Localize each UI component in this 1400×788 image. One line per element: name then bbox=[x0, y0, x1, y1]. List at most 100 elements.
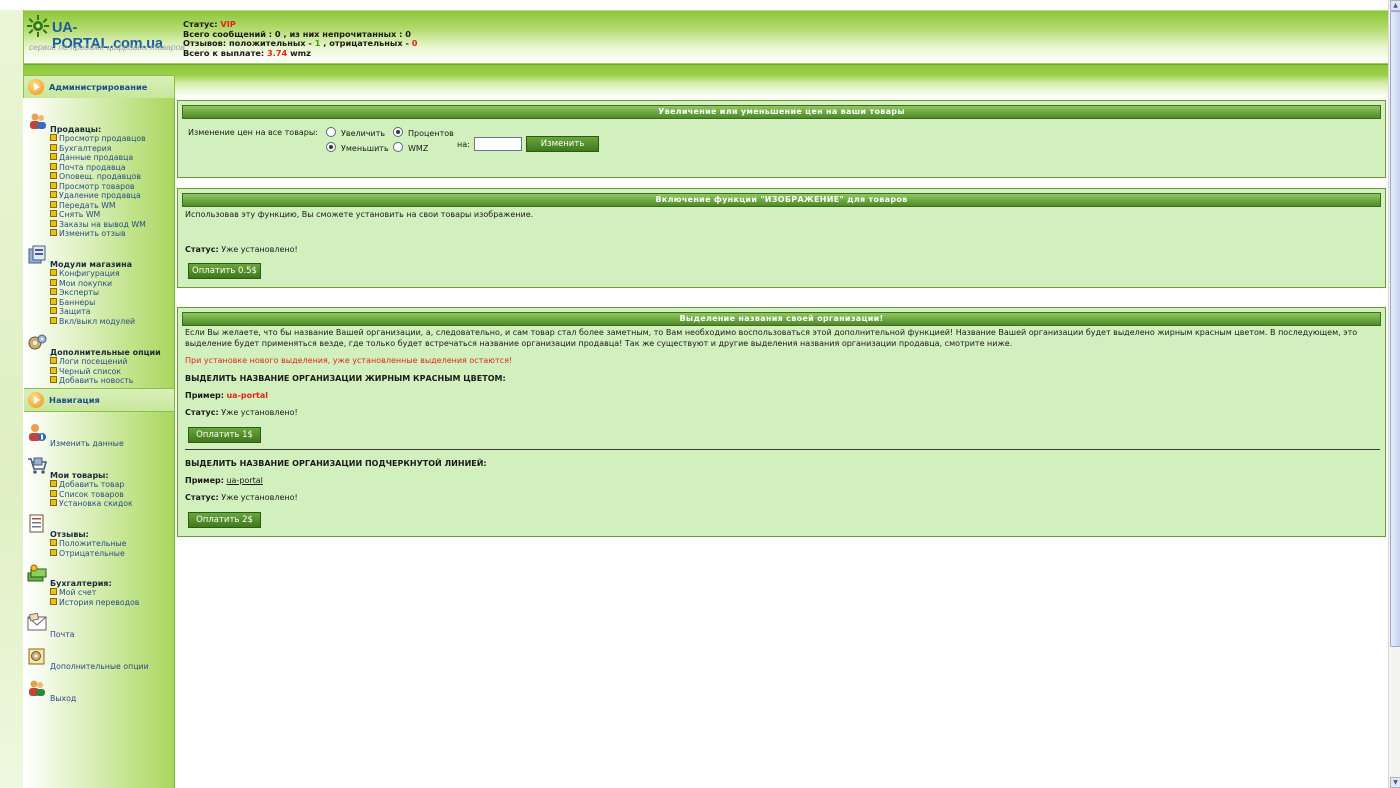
scroll-up-arrow-icon[interactable]: ▲ bbox=[1390, 0, 1400, 11]
sidebar-item-experts[interactable]: Эксперты bbox=[50, 288, 99, 298]
status-value: VIP bbox=[220, 19, 236, 29]
wmz-radio[interactable] bbox=[393, 142, 403, 152]
sidebar-item-seller-data[interactable]: Данные продавца bbox=[50, 153, 133, 163]
org-highlight-title: Выделение названия своей организации! bbox=[182, 312, 1381, 326]
sidebar-item-my-account[interactable]: Мой счет bbox=[50, 588, 96, 598]
navigation-section-header[interactable]: Навигация bbox=[24, 388, 174, 412]
underline-status: Статус: Уже установлено! bbox=[185, 493, 298, 502]
logo[interactable]: UA-PORTAL.com.ua сервис по продаже цифро… bbox=[24, 11, 185, 63]
sidebar-item-exit[interactable]: Выход bbox=[50, 694, 76, 703]
sidebar-item-mail[interactable]: Почта bbox=[50, 630, 75, 639]
navigation-section-label: Навигация bbox=[49, 395, 100, 405]
reviews-mid: , отрицательных - bbox=[323, 38, 409, 49]
bold-status: Статус: Уже установлено! bbox=[185, 408, 298, 417]
increase-label: Увеличить bbox=[341, 129, 386, 138]
wmz-label: WMZ bbox=[408, 144, 429, 153]
site-header: UA-PORTAL.com.ua сервис по продаже цифро… bbox=[0, 11, 1388, 64]
sidebar-item-positive[interactable]: Положительные bbox=[50, 539, 126, 549]
sidebar-item-notify-sellers[interactable]: Оповещ. продавцов bbox=[50, 172, 141, 182]
image-feature-panel: Включение функции "ИЗОБРАЖЕНИЕ" для това… bbox=[177, 188, 1386, 288]
reviews-positive-count: 1 bbox=[314, 38, 321, 49]
cart-icon bbox=[28, 457, 47, 474]
percent-radio[interactable] bbox=[393, 127, 403, 137]
decrease-label: Уменьшить bbox=[341, 144, 389, 153]
pay-bold-button[interactable]: Оплатить 1$ bbox=[188, 427, 261, 443]
user-edit-icon bbox=[29, 424, 46, 441]
status-label: Статус: bbox=[183, 19, 218, 29]
sidebar-item-view-goods[interactable]: Просмотр товаров bbox=[50, 182, 135, 192]
extra-options-title: Дополнительные опции bbox=[50, 348, 161, 357]
sidebar-item-transfer-wm[interactable]: Передать WM bbox=[50, 201, 116, 211]
sellers-title: Продавцы: bbox=[50, 125, 102, 134]
options-icon bbox=[28, 648, 45, 665]
sidebar: Продавцы: Просмотр продавцов Бухгалтерия… bbox=[23, 98, 175, 788]
sidebar-item-view-sellers[interactable]: Просмотр продавцов bbox=[50, 134, 146, 144]
amount-input[interactable] bbox=[474, 137, 522, 151]
increase-radio[interactable] bbox=[326, 127, 336, 137]
mail-icon bbox=[27, 613, 47, 631]
price-change-panel: Увеличение или уменьшение цен на ваши то… bbox=[177, 100, 1386, 178]
payout-value: 3.74 bbox=[267, 48, 288, 59]
sidebar-item-blacklist[interactable]: Черный список bbox=[50, 367, 121, 377]
sidebar-item-accounting[interactable]: Бухгалтерия bbox=[50, 144, 111, 154]
reviews-negative-count: 0 bbox=[411, 38, 418, 49]
scrollbar-thumb[interactable] bbox=[1390, 11, 1400, 647]
sidebar-item-product-list[interactable]: Список товаров bbox=[50, 490, 124, 500]
status-label: Статус: bbox=[185, 493, 219, 502]
change-price-button[interactable]: Изменить bbox=[526, 136, 599, 152]
sidebar-item-discounts[interactable]: Установка скидок bbox=[50, 499, 133, 509]
sidebar-item-withdraw-wm[interactable]: Снять WM bbox=[50, 210, 100, 220]
sidebar-item-extra-options[interactable]: Дополнительные опции bbox=[50, 662, 149, 671]
sidebar-item-withdraw-orders[interactable]: Заказы на вывод WM bbox=[50, 220, 146, 230]
left-strip bbox=[0, 10, 24, 788]
sidebar-item-banners[interactable]: Баннеры bbox=[50, 298, 95, 308]
sidebar-item-add-news[interactable]: Добавить новость bbox=[50, 376, 133, 386]
vertical-scrollbar[interactable]: ▲ ▼ bbox=[1388, 0, 1400, 788]
shop-modules-icon bbox=[28, 245, 46, 264]
reviews-document-icon bbox=[29, 514, 44, 533]
decrease-radio[interactable] bbox=[326, 142, 336, 152]
sidebar-item-toggle-modules[interactable]: Вкл/выкл модулей bbox=[50, 317, 135, 327]
pay-image-button[interactable]: Оплатить 0.5$ bbox=[188, 263, 261, 279]
money-icon bbox=[27, 564, 47, 582]
pay-underline-button[interactable]: Оплатить 2$ bbox=[188, 512, 261, 528]
sidebar-item-transfer-history[interactable]: История переводов bbox=[50, 598, 139, 608]
sidebar-item-negative[interactable]: Отрицательные bbox=[50, 549, 125, 559]
arrow-circle-icon bbox=[28, 392, 44, 408]
users-icon bbox=[30, 113, 46, 129]
sidebar-item-configuration[interactable]: Конфигурация bbox=[50, 269, 120, 279]
image-feature-description: Использовав эту функцию, Вы сможете уста… bbox=[185, 210, 534, 219]
status-label: Статус: bbox=[185, 245, 219, 254]
example-label: Пример: bbox=[185, 391, 224, 400]
underline-highlight-heading: ВЫДЕЛИТЬ НАЗВАНИЕ ОРГАНИЗАЦИИ ПОДЧЕРКНУТ… bbox=[185, 459, 487, 468]
modules-title: Модули магазина bbox=[50, 260, 133, 269]
sidebar-item-change-review[interactable]: Изменить отзыв bbox=[50, 229, 126, 239]
percent-label: Процентов bbox=[408, 129, 454, 138]
payout-unit: wmz bbox=[290, 48, 311, 59]
logo-gear-icon bbox=[27, 15, 49, 37]
sidebar-item-visit-logs[interactable]: Логи посещений bbox=[50, 357, 128, 367]
section-divider bbox=[185, 449, 1380, 450]
exit-users-icon bbox=[29, 680, 45, 696]
status-value: Уже установлено! bbox=[221, 493, 298, 502]
sidebar-item-protection[interactable]: Защита bbox=[50, 307, 91, 317]
admin-section-header[interactable]: Администрирование bbox=[24, 75, 175, 99]
sidebar-item-my-purchases[interactable]: Мои покупки bbox=[50, 279, 112, 289]
org-highlight-warning: При установке нового выделения, уже уста… bbox=[185, 356, 513, 365]
sidebar-item-add-product[interactable]: Добавить товар bbox=[50, 480, 124, 490]
sidebar-item-change-data[interactable]: Изменить данные bbox=[50, 439, 124, 448]
example-label: Пример: bbox=[185, 476, 224, 485]
sidebar-item-delete-seller[interactable]: Удаление продавца bbox=[50, 191, 141, 201]
example-underlined: ua-portal bbox=[226, 476, 263, 485]
example-bold-red: ua-portal bbox=[226, 391, 269, 400]
bold-highlight-heading: ВЫДЕЛИТЬ НАЗВАНИЕ ОРГАНИЗАЦИИ ЖИРНЫМ КРА… bbox=[185, 374, 506, 383]
reviews-prefix: Отзывов: положительных - bbox=[183, 38, 312, 49]
payout-line: Всего к выплате: 3.74 wmz bbox=[183, 48, 417, 59]
user-summary: Статус: VIP Всего сообщений : 0 , из них… bbox=[183, 19, 418, 59]
org-highlight-description: Если Вы желаете, что бы название Вашей о… bbox=[185, 328, 1358, 348]
status-label: Статус: bbox=[185, 408, 219, 417]
admin-section-label: Администрирование bbox=[49, 82, 148, 92]
sidebar-item-seller-mail[interactable]: Почта продавца bbox=[50, 163, 126, 173]
scroll-down-arrow-icon[interactable]: ▼ bbox=[1390, 777, 1400, 788]
amount-label: на: bbox=[457, 140, 470, 149]
